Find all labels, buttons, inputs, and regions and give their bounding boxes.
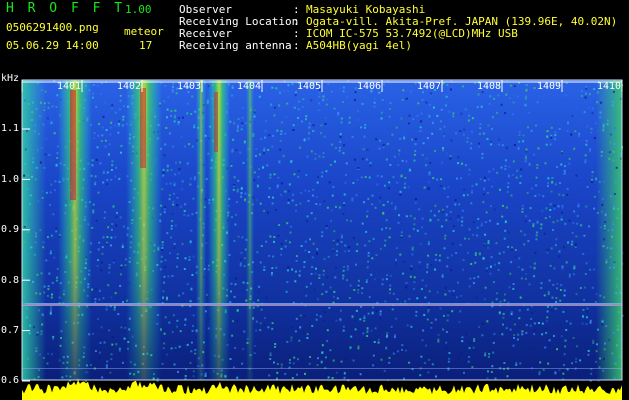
amplitude-trace: [22, 380, 622, 400]
minute-label: 1406: [357, 81, 382, 92]
minute-label: 1409: [537, 81, 562, 92]
minute-label: 1403: [177, 81, 202, 92]
y-tick-label: 1.1: [1, 123, 20, 134]
minute-label: 1402: [117, 81, 142, 92]
y-tick-label: 0.8: [1, 275, 20, 286]
minute-label: 1401: [57, 81, 82, 92]
carrier-line: [22, 303, 622, 306]
y-tick-label: 1.0: [1, 174, 20, 185]
y-tick-label: 0.6: [1, 375, 20, 386]
minute-label: 1410: [597, 81, 622, 92]
meteor-streaks: [58, 80, 254, 380]
spectrogram-plot: [21, 79, 624, 400]
minute-label: 1405: [297, 81, 322, 92]
minute-label: 1408: [477, 81, 502, 92]
y-tick-label: 0.9: [1, 224, 20, 235]
minute-label: 1407: [417, 81, 442, 92]
y-unit-label: kHz: [1, 73, 20, 84]
minute-label: 1404: [237, 81, 262, 92]
y-tick-label: 0.7: [1, 325, 20, 336]
